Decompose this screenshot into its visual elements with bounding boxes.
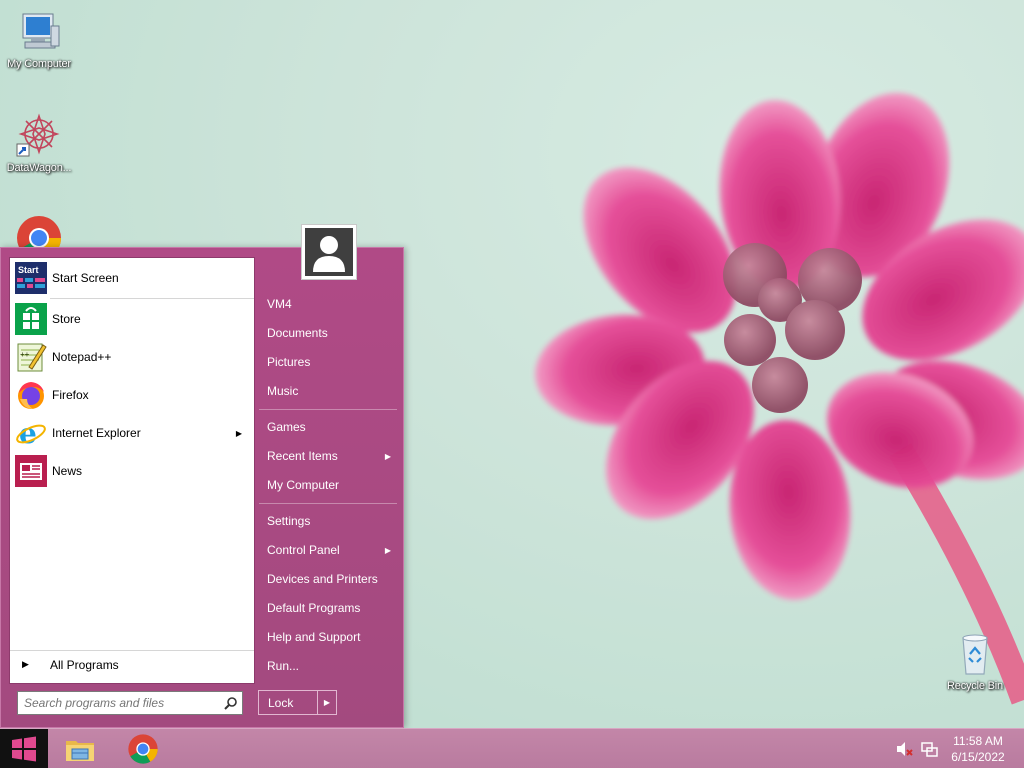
link-devices-and-printers[interactable]: Devices and Printers xyxy=(259,566,399,592)
all-programs-label: All Programs xyxy=(50,657,119,672)
store-icon xyxy=(15,303,47,335)
link-recent-items[interactable]: Recent Items ▶ xyxy=(259,443,399,469)
notepadpp-icon: ++ xyxy=(17,343,47,372)
submenu-arrow-icon: ▶ xyxy=(384,545,391,555)
link-label: Devices and Printers xyxy=(267,572,378,586)
start-screen-icon: Start xyxy=(15,262,47,294)
taskbar-chrome[interactable] xyxy=(127,733,159,765)
start-screen-glyph-text: Start xyxy=(18,265,39,275)
desktop-icon-label: Recycle Bin xyxy=(947,680,1003,692)
right-triangle-icon: ▶ xyxy=(22,659,29,669)
pinned-item-label: Store xyxy=(52,312,81,326)
desktop-icon-label: My Computer xyxy=(7,58,71,70)
windows-logo-icon xyxy=(12,736,36,762)
link-settings[interactable]: Settings xyxy=(259,508,399,534)
link-control-panel[interactable]: Control Panel ▶ xyxy=(259,537,399,563)
desktop-icon-chrome[interactable] xyxy=(15,214,63,248)
pinned-item-notepadpp[interactable]: ++ Notepad++ xyxy=(10,339,254,375)
volume-muted-icon[interactable] xyxy=(896,741,914,757)
link-default-programs[interactable]: Default Programs xyxy=(259,595,399,621)
link-label: Control Panel xyxy=(267,543,340,557)
recycle-bin-icon xyxy=(962,634,988,675)
chrome-icon xyxy=(128,734,158,764)
pinned-item-store[interactable]: Store xyxy=(10,301,254,337)
computer-icon xyxy=(22,13,60,49)
link-label: Default Programs xyxy=(267,601,361,615)
desktop-icon-datawagon[interactable]: DataWagon... xyxy=(0,112,78,174)
power-options-arrow-icon[interactable]: ▶ xyxy=(318,691,336,714)
pinned-item-label: Notepad++ xyxy=(52,350,112,364)
user-icon xyxy=(313,236,345,272)
link-label: Help and Support xyxy=(267,630,361,644)
network-icon[interactable] xyxy=(920,741,938,757)
ie-icon: e xyxy=(16,417,46,449)
pinned-item-label: News xyxy=(52,464,83,478)
lock-button[interactable]: Lock xyxy=(259,691,318,714)
pinned-item-label: Firefox xyxy=(52,388,89,402)
link-label: Music xyxy=(267,384,299,398)
desktop-icon-my-computer[interactable]: My Computer xyxy=(0,8,78,70)
search-icon[interactable] xyxy=(220,696,242,710)
link-pictures[interactable]: Pictures xyxy=(259,349,399,375)
search-box[interactable] xyxy=(17,691,243,715)
link-label: Settings xyxy=(267,514,311,528)
taskbar-clock[interactable]: 11:58 AM 6/15/2022 xyxy=(948,733,1008,765)
news-icon xyxy=(15,455,47,487)
pinned-item-start-screen[interactable]: Start Start Screen xyxy=(10,260,254,296)
clock-date: 6/15/2022 xyxy=(951,750,1005,764)
right-pane-separator xyxy=(259,409,397,410)
start-button[interactable] xyxy=(0,729,48,768)
file-explorer-icon xyxy=(66,741,94,761)
pinned-item-internet-explorer[interactable]: e Internet Explorer ▶ xyxy=(10,415,254,451)
submenu-arrow-icon: ▶ xyxy=(384,451,391,461)
pinned-item-news[interactable]: News xyxy=(10,453,254,489)
link-games[interactable]: Games xyxy=(259,414,399,440)
desktop-icon-recycle-bin[interactable]: Recycle Bin xyxy=(936,630,1014,692)
link-label: Games xyxy=(267,420,306,434)
submenu-arrow-icon: ▶ xyxy=(235,428,242,438)
link-my-computer[interactable]: My Computer xyxy=(259,472,399,498)
user-avatar[interactable] xyxy=(301,224,357,280)
all-programs-button[interactable]: ▶ All Programs xyxy=(10,650,254,678)
link-label: Recent Items xyxy=(267,449,338,463)
svg-text:++: ++ xyxy=(20,350,30,359)
pinned-separator xyxy=(50,298,254,299)
chrome-icon xyxy=(17,216,61,248)
pinned-item-label: Start Screen xyxy=(52,271,119,285)
right-pane-separator xyxy=(259,503,397,504)
firefox-icon xyxy=(18,382,44,409)
link-help-and-support[interactable]: Help and Support xyxy=(259,624,399,650)
link-label: Documents xyxy=(267,326,328,340)
start-menu-programs-pane: Start Start Screen Store ++ Notepad++ Fi… xyxy=(9,257,255,684)
pinned-item-label: Internet Explorer xyxy=(52,426,141,440)
link-user-folder[interactable]: VM4 xyxy=(259,291,399,317)
taskbar-file-explorer[interactable] xyxy=(64,733,96,765)
pinned-item-firefox[interactable]: Firefox xyxy=(10,377,254,413)
link-music[interactable]: Music xyxy=(259,378,399,404)
lock-button-group: Lock ▶ xyxy=(258,690,337,715)
search-input[interactable] xyxy=(18,693,220,713)
link-label: VM4 xyxy=(267,297,292,311)
clock-time: 11:58 AM xyxy=(953,734,1003,748)
taskbar: 11:58 AM 6/15/2022 xyxy=(0,728,1024,768)
datawagon-icon xyxy=(16,113,60,157)
link-run[interactable]: Run... xyxy=(259,653,399,679)
link-label: My Computer xyxy=(267,478,340,492)
start-menu: Start Start Screen Store ++ Notepad++ Fi… xyxy=(0,224,404,728)
link-label: Run... xyxy=(267,659,300,673)
link-label: Pictures xyxy=(267,355,311,369)
link-documents[interactable]: Documents xyxy=(259,320,399,346)
desktop-icon-label: DataWagon... xyxy=(6,162,72,174)
